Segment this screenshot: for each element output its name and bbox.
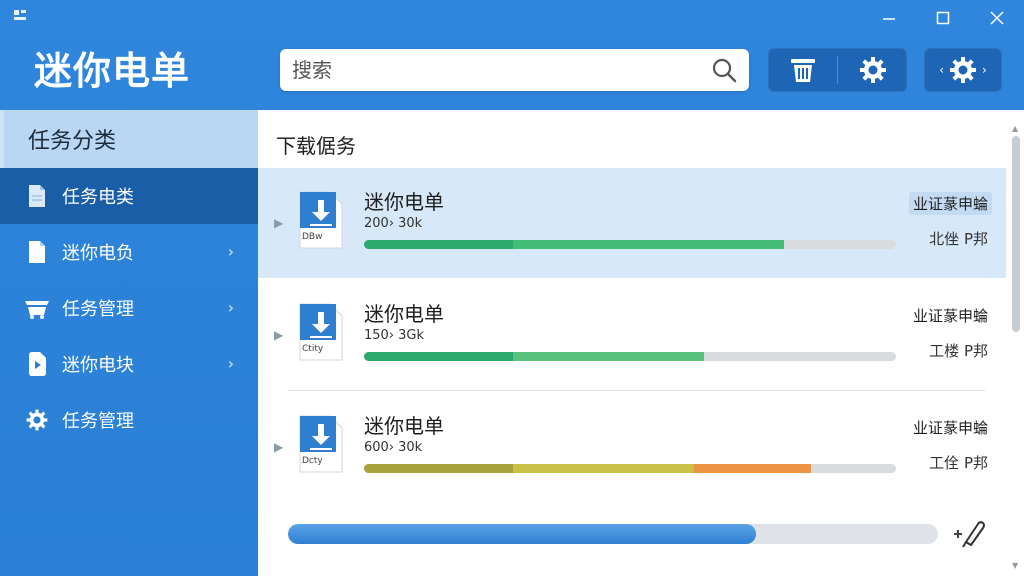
minimize-icon (883, 18, 895, 20)
file-type-label: DBw (302, 232, 323, 242)
overall-progress-fill (288, 524, 756, 544)
scrollbar-thumb[interactable] (1012, 136, 1020, 332)
download-file-icon: DBw (296, 190, 344, 250)
scroll-up-icon[interactable]: ▲ (1012, 124, 1018, 133)
chevron-right-icon: › (227, 354, 234, 373)
task-row[interactable]: ▶ DBw 迷你电单 200› 30k 业证蒃申蜦 北侳 P邦 (258, 168, 1006, 278)
task-row[interactable]: ▶ Ctity 迷你电单 150› 3Gk 业证蒃申蜦 工楼 P邦 (258, 280, 1006, 390)
sidebar-item-mini-file[interactable]: 迷你电负 › (0, 224, 258, 280)
progress-segment (512, 352, 705, 361)
app-menu-icon[interactable] (14, 10, 28, 24)
media-file-icon (24, 351, 50, 377)
task-progress-bar (364, 240, 896, 249)
task-size: 150› 3Gk (364, 328, 425, 343)
status-badge: 业证蒃申蜦 (908, 192, 992, 215)
sidebar-item-task-category[interactable]: 任务电类 (0, 168, 258, 224)
close-button[interactable] (970, 4, 1024, 32)
status-badge: 业证蒃申蜦 (912, 419, 988, 437)
minimize-button[interactable] (862, 4, 916, 32)
sidebar-item-label: 迷你电块 (62, 355, 134, 376)
scroll-down-icon[interactable]: ▼ (1012, 561, 1018, 570)
task-row[interactable]: ▶ Dcty 迷你电单 600› 30k 业证蒃申蜦 工佺 P邦 (258, 392, 1006, 502)
task-speed: 工佺 P邦 (929, 454, 988, 472)
task-name: 迷你电单 (364, 414, 444, 438)
gear-icon (950, 57, 976, 83)
pin-button[interactable] (952, 518, 986, 548)
toolbar-group (768, 48, 907, 92)
maximize-button[interactable] (916, 4, 970, 32)
progress-segment (364, 464, 513, 473)
sidebar-item-label: 任务管理 (62, 299, 134, 320)
sidebar-item-task-manage-settings[interactable]: 任务管理 (0, 392, 258, 448)
download-panel: 下载倨务 ▶ DBw 迷你电单 200› 30k 业证蒃申蜦 北侳 P邦 ▶ C… (258, 110, 1024, 576)
task-progress-bar (364, 352, 896, 361)
file-icon (24, 239, 50, 265)
download-file-icon: Dcty (296, 414, 344, 474)
expand-arrow-icon[interactable]: ▶ (274, 328, 283, 342)
basket-icon (24, 295, 50, 321)
search-input[interactable] (292, 58, 711, 82)
expand-arrow-icon[interactable]: ▶ (274, 440, 283, 454)
status-badge: 业证蒃申蜦 (912, 307, 988, 325)
sidebar-item-label: 迷你电负 (62, 243, 134, 264)
task-name: 迷你电单 (364, 190, 444, 214)
sidebar-header: 任务分类 (0, 110, 258, 168)
progress-segment (364, 352, 513, 361)
document-icon (24, 183, 50, 209)
page-title: 下载倨务 (276, 134, 356, 158)
progress-segment (512, 464, 694, 473)
sidebar: 任务分类 任务电类 迷你电负 › 任务管理 › 迷你电块 › 任务管理 (0, 110, 258, 576)
app-title: 迷你电单 (34, 49, 191, 93)
download-file-icon: Ctity (296, 302, 344, 362)
chevron-right-icon: › (227, 298, 234, 317)
progress-segment (693, 464, 811, 473)
sidebar-item-task-manage[interactable]: 任务管理 › (0, 280, 258, 336)
file-type-label: Ctity (302, 344, 324, 354)
sidebar-item-label: 任务管理 (62, 411, 134, 432)
sidebar-item-label: 任务电类 (62, 187, 134, 208)
chevron-left-icon[interactable]: ‹ (935, 63, 948, 77)
progress-segment (512, 240, 785, 249)
settings-nav-button[interactable]: ‹ › (924, 48, 1002, 92)
task-name: 迷你电单 (364, 302, 444, 326)
search-icon[interactable] (711, 57, 737, 83)
maximize-icon (936, 11, 950, 25)
task-size: 600› 30k (364, 440, 423, 455)
gear-icon (24, 407, 50, 433)
scrollbar[interactable]: ▲ ▼ (1010, 124, 1022, 570)
close-icon (990, 11, 1004, 25)
settings-button[interactable] (838, 48, 907, 92)
progress-segment (364, 240, 513, 249)
task-speed: 工楼 P邦 (929, 342, 988, 360)
task-size: 200› 30k (364, 216, 423, 231)
app-window: 迷你电单 搜索 ‹ › 任务分类 任务电类 迷你电负 › 任务管理 › 迷你电块… (0, 0, 1024, 576)
chevron-right-icon: › (227, 242, 234, 261)
task-speed: 北侳 P邦 (929, 230, 988, 248)
search-box[interactable] (280, 49, 749, 91)
task-progress-bar (364, 464, 896, 473)
sidebar-item-mini-block[interactable]: 迷你电块 › (0, 336, 258, 392)
delete-button[interactable] (768, 48, 837, 92)
trash-icon (790, 59, 815, 82)
gear-icon (859, 57, 886, 83)
chevron-right-icon[interactable]: › (978, 63, 991, 77)
file-type-label: Dcty (302, 456, 323, 466)
divider (288, 390, 986, 391)
expand-arrow-icon[interactable]: ▶ (274, 216, 283, 230)
pin-icon (954, 521, 985, 548)
overall-progress-bar (288, 524, 938, 544)
window-controls (862, 4, 1024, 32)
